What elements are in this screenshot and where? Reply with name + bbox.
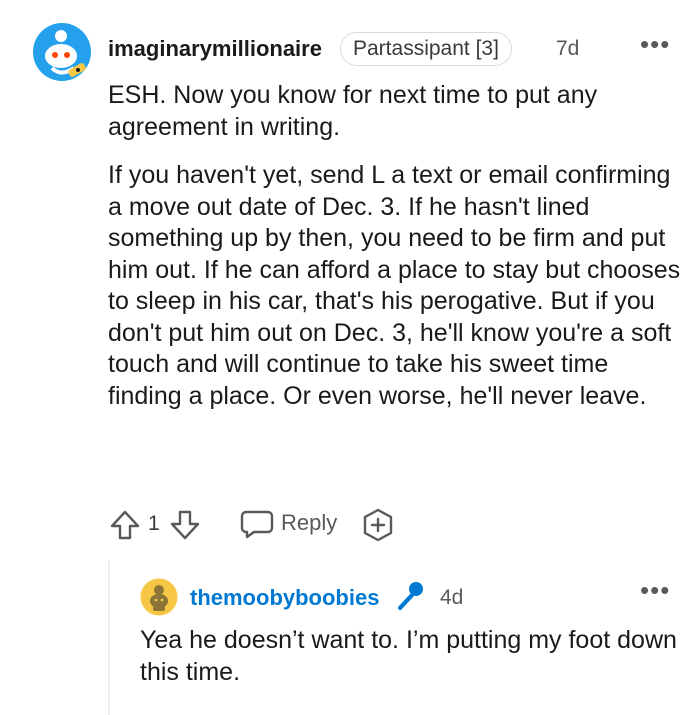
comment-username[interactable]: imaginarymillionaire [108, 36, 322, 62]
comment-paragraph: If you haven't yet, send L a text or ema… [108, 161, 681, 410]
reply-text: Yea he doesn’t want to. I’m putting my f… [140, 626, 677, 686]
upvote-button[interactable] [108, 508, 142, 542]
avatar[interactable] [140, 578, 178, 616]
reply-button[interactable] [240, 508, 274, 540]
microphone-icon [392, 578, 428, 614]
downvote-button[interactable] [168, 508, 202, 542]
upvote-arrow-icon [110, 510, 140, 540]
reply-label[interactable]: Reply [281, 510, 337, 536]
award-button[interactable] [360, 507, 396, 543]
comment-timestamp[interactable]: 7d [556, 36, 579, 62]
reply-timestamp[interactable]: 4d [440, 585, 463, 611]
more-options-icon[interactable]: ••• [640, 577, 670, 603]
thread-line[interactable] [108, 560, 110, 715]
reply-username[interactable]: themoobyboobies [190, 585, 379, 611]
downvote-arrow-icon [170, 510, 200, 540]
comment-paragraph: ESH. Now you know for next time to put a… [108, 81, 598, 141]
avatar[interactable] [32, 22, 92, 82]
snoo-avatar-icon [33, 23, 91, 81]
vote-score: 1 [148, 512, 160, 535]
user-flair: Partassipant [3] [340, 32, 512, 66]
snoo-avatar-icon [140, 578, 178, 616]
award-plus-icon [363, 508, 393, 542]
more-options-icon[interactable]: ••• [640, 31, 670, 57]
speech-bubble-icon [240, 510, 274, 539]
